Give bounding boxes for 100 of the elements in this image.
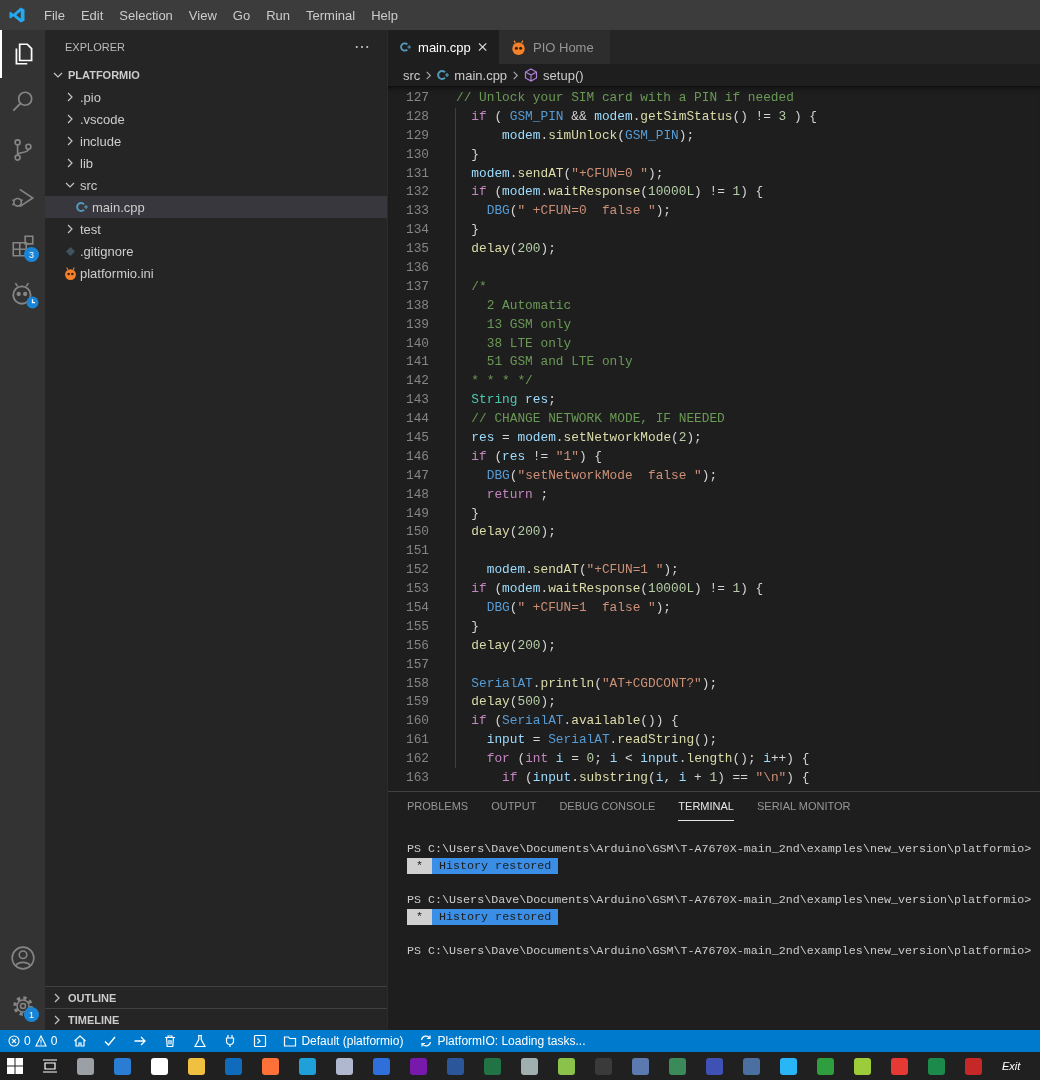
sidebar-section-header[interactable]: OUTLINE <box>45 986 387 1008</box>
sidebar-title: EXPLORER <box>65 41 125 53</box>
line-number: 150 <box>404 524 429 540</box>
app-icon[interactable] <box>780 1057 797 1075</box>
line-number: 128 <box>404 108 429 124</box>
app-icon[interactable] <box>262 1057 279 1075</box>
chevron-right-icon <box>65 224 75 234</box>
sync-icon <box>419 1034 434 1048</box>
environment-button[interactable]: Default (platformio) <box>283 1034 404 1048</box>
task-status[interactable]: PlatformIO: Loading tasks... <box>419 1034 586 1048</box>
line-number: 148 <box>404 486 429 502</box>
count-badge: 3 <box>24 247 39 262</box>
menu-item[interactable]: Edit <box>72 7 112 23</box>
tree-item[interactable]: .pio <box>45 86 387 108</box>
menu-item[interactable]: Run <box>258 7 298 23</box>
panel-tab[interactable]: DEBUG CONSOLE <box>559 800 656 820</box>
flask-icon[interactable] <box>193 1034 208 1048</box>
chevron-right-icon <box>65 136 75 146</box>
chevron-right-icon <box>511 70 521 80</box>
cube-icon <box>524 68 539 82</box>
home-icon[interactable] <box>73 1034 88 1048</box>
app-icon[interactable] <box>854 1057 871 1075</box>
exit-button[interactable]: Exit <box>1002 1060 1021 1072</box>
extensions-button[interactable]: 3 <box>0 222 45 270</box>
code-line: 51 GSM and LTE only <box>485 354 633 370</box>
more-icon[interactable] <box>355 45 369 49</box>
notice-text: History restored <box>432 908 559 925</box>
windows-logo-icon[interactable] <box>7 1058 23 1074</box>
code-line: if (input.substring(i, i + 1) == "\n") { <box>501 770 810 785</box>
close-icon[interactable] <box>477 42 487 52</box>
tree-item[interactable]: PLATFORMIO <box>45 64 387 86</box>
tree-item[interactable]: platformio.ini <box>45 262 387 284</box>
chevron-right-icon <box>424 70 434 80</box>
menu-item[interactable]: View <box>180 7 225 23</box>
code-line: modem.sendAT("+CFUN=1 "); <box>485 562 679 578</box>
code-line: } <box>470 222 480 238</box>
chevron-right-icon <box>52 1014 62 1025</box>
breadcrumb-item[interactable]: main.cpp <box>437 67 508 83</box>
account-icon <box>9 945 36 971</box>
check-icon[interactable] <box>103 1034 118 1048</box>
line-number: 129 <box>404 127 429 143</box>
code-line: if (res != "1") { <box>470 448 602 464</box>
editor-tab[interactable]: main.cpp <box>388 30 499 64</box>
tree-item[interactable]: src <box>45 174 387 196</box>
code-line: 13 GSM only <box>485 316 572 332</box>
breadcrumb-item[interactable]: setup() <box>524 67 584 83</box>
count-badge: 1 <box>24 1007 39 1022</box>
code-line: DBG(" +CFUN=0 false "); <box>485 203 672 219</box>
code-line: delay(200); <box>470 241 556 257</box>
extensions-icon <box>9 233 36 259</box>
menu-item[interactable]: File <box>36 7 73 23</box>
tree-item[interactable]: include <box>45 130 387 152</box>
notice-mark: * <box>407 857 432 874</box>
line-number: 145 <box>404 429 429 445</box>
line-number: 160 <box>404 713 429 729</box>
editor-tab[interactable]: PIO Home <box>499 30 610 64</box>
menu-item[interactable]: Selection <box>111 7 181 23</box>
line-number: 127 <box>404 89 429 105</box>
terminal-icon[interactable] <box>253 1034 268 1048</box>
panel-tab[interactable]: PROBLEMS <box>407 800 469 820</box>
menu-item[interactable]: Go <box>224 7 259 23</box>
panel-tab[interactable]: SERIAL MONITOR <box>756 800 851 820</box>
app-icon[interactable] <box>336 1057 353 1075</box>
line-number: 142 <box>404 373 429 389</box>
menu-item[interactable]: Terminal <box>298 7 364 23</box>
problems-button[interactable]: 0 0 <box>8 1034 58 1048</box>
code-line: /* <box>470 278 487 294</box>
trash-icon[interactable] <box>163 1034 178 1048</box>
tree-item[interactable]: test <box>45 218 387 240</box>
app-icon[interactable] <box>188 1057 205 1075</box>
notice-text: History restored <box>432 857 559 874</box>
code-line: delay(500); <box>470 694 556 710</box>
app-icon[interactable] <box>521 1057 538 1075</box>
code-line: delay(200); <box>470 524 556 540</box>
app-icon[interactable] <box>77 1057 94 1075</box>
warning-icon <box>34 1035 47 1047</box>
tree-item[interactable]: .gitignore <box>45 240 387 262</box>
tree-item[interactable]: lib <box>45 152 387 174</box>
code-line: 38 LTE only <box>485 335 572 351</box>
task-view-icon[interactable] <box>42 1058 58 1074</box>
app-icon[interactable] <box>558 1057 575 1075</box>
line-number: 155 <box>404 618 429 634</box>
tree-item[interactable]: .vscode <box>45 108 387 130</box>
breadcrumb-item[interactable]: src <box>403 67 421 83</box>
code-line: input = SerialAT.readString(); <box>485 732 718 748</box>
arrow-icon[interactable] <box>133 1034 148 1048</box>
code-line: DBG(" +CFUN=1 false "); <box>485 600 672 615</box>
tree-item[interactable]: main.cpp <box>45 196 387 218</box>
code-line: if ( GSM_PIN && modem.getSimStatus() != 3 ) { <box>470 108 817 124</box>
line-number: 159 <box>404 694 429 710</box>
cpp-file-icon <box>76 201 88 213</box>
chevron-right-icon <box>65 158 75 168</box>
panel-tab[interactable]: TERMINAL <box>678 800 734 821</box>
panel-tab[interactable]: OUTPUT <box>491 800 537 820</box>
code-line: if (SerialAT.available()) { <box>470 713 679 729</box>
menu-item[interactable]: Help <box>363 7 406 23</box>
app-logo-icon <box>8 6 26 24</box>
settings-button[interactable]: 1 <box>0 982 45 1030</box>
cpp-file-icon <box>400 41 412 53</box>
app-icon[interactable] <box>151 1057 168 1075</box>
